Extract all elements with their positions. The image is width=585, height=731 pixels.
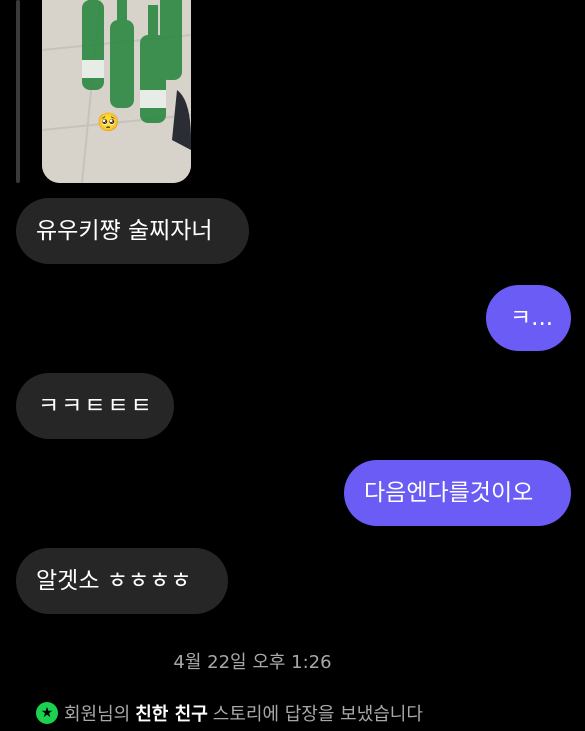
notice-suffix: 스토리에 답장을 보냈습니다: [212, 704, 423, 725]
outgoing-message[interactable]: 다음엔다를것이오: [344, 460, 571, 526]
story-reply-bar: [16, 0, 20, 183]
notice-prefix: 회원님의: [64, 704, 131, 725]
outgoing-message[interactable]: ㅋ...: [486, 285, 571, 351]
incoming-message[interactable]: 유우키쨩 술찌자너: [16, 198, 249, 264]
story-emoji: 🥺: [97, 112, 119, 133]
close-friends-story-notice: ★ 회원님의 친한 친구 스토리에 답장을 보냈습니다: [36, 700, 423, 726]
star-icon: ★: [36, 702, 58, 724]
incoming-message[interactable]: 알겟소 ㅎㅎㅎㅎ: [16, 548, 228, 614]
notice-emphasis: 친한 친구: [135, 704, 208, 725]
story-thumbnail[interactable]: 🥺: [42, 0, 191, 183]
story-image: 🥺: [42, 0, 191, 183]
message-timestamp: 4월 22일 오후 1:26: [173, 652, 332, 673]
incoming-message[interactable]: ㅋㅋㅌㅌㅌ: [16, 373, 174, 439]
